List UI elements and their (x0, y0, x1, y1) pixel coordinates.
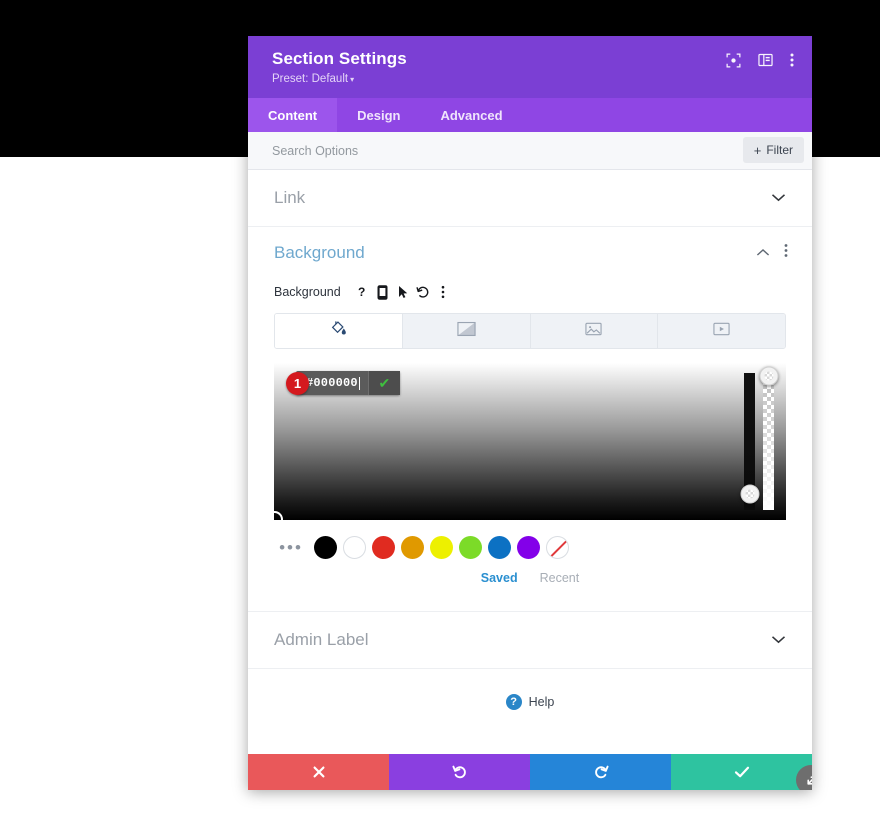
svg-text:?: ? (358, 285, 365, 299)
accordion-link[interactable]: Link (248, 170, 812, 227)
background-video-tab[interactable] (658, 314, 785, 348)
help-question-icon: ? (505, 694, 522, 710)
swatch-tab-saved[interactable]: Saved (481, 571, 518, 585)
save-button[interactable] (671, 754, 812, 790)
swatch-tab-bar: Saved Recent (248, 571, 812, 585)
modal-footer (248, 754, 812, 790)
section-background: Background Background ? 1 #000000 ✔ ••• … (248, 227, 812, 612)
paint-bucket-icon (330, 320, 347, 342)
chevron-down-icon (771, 631, 786, 649)
gradient-icon (457, 321, 476, 342)
tab-advanced[interactable]: Advanced (420, 98, 522, 132)
hue-slider[interactable] (740, 373, 759, 510)
help-link[interactable]: ? Help (248, 669, 812, 735)
image-icon (585, 322, 602, 341)
swatch-white[interactable] (343, 536, 366, 559)
modal-tab-bar: Content Design Advanced (248, 98, 812, 132)
color-picker-handle[interactable] (266, 511, 283, 528)
redo-button[interactable] (530, 754, 671, 790)
hex-input-box[interactable]: #000000 ✔ (296, 371, 400, 395)
hex-input-value: #000000 (306, 376, 358, 390)
help-question-icon[interactable]: ? (353, 285, 373, 299)
chevron-down-icon (771, 189, 786, 207)
swatch-black[interactable] (314, 536, 337, 559)
picker-sliders (740, 366, 778, 510)
more-swatches-icon[interactable]: ••• (274, 538, 308, 558)
accordion-admin-label-title: Admin Label (274, 630, 369, 649)
more-vertical-icon[interactable] (784, 243, 788, 263)
swatch-yellow[interactable] (430, 536, 453, 559)
hover-cursor-icon[interactable] (393, 285, 413, 299)
focus-target-icon[interactable] (726, 53, 741, 68)
reset-undo-icon[interactable] (413, 285, 433, 299)
tab-content[interactable]: Content (248, 98, 338, 132)
section-settings-modal: Section Settings Preset: Default ▾ Conte… (248, 36, 812, 790)
section-background-header[interactable]: Background (248, 227, 812, 279)
page-title: Section Settings (272, 49, 407, 68)
background-image-tab[interactable] (530, 314, 659, 348)
accordion-link-title: Link (274, 188, 306, 207)
filter-button[interactable]: + Filter (742, 137, 804, 163)
more-vertical-icon[interactable] (790, 52, 794, 68)
color-swatch-row: ••• (274, 536, 786, 559)
swatch-red[interactable] (372, 536, 395, 559)
accordion-admin-label[interactable]: Admin Label (248, 612, 812, 669)
panel-layout-icon[interactable] (758, 53, 773, 67)
swatch-orange[interactable] (401, 536, 424, 559)
search-input[interactable] (272, 143, 672, 158)
chevron-up-icon[interactable] (756, 244, 770, 262)
preset-selector[interactable]: Preset: Default ▾ (272, 71, 788, 88)
tab-design[interactable]: Design (337, 98, 420, 132)
search-bar: + Filter (248, 132, 812, 170)
preset-label: Preset: Default (272, 73, 349, 85)
background-field-label: Background (274, 285, 341, 299)
header-icon-group (726, 52, 794, 68)
step-badge-1: 1 (286, 372, 309, 395)
swatch-transparent[interactable] (546, 536, 569, 559)
plus-icon: + (753, 142, 762, 158)
modal-header: Section Settings Preset: Default ▾ (248, 36, 812, 98)
section-background-title: Background (274, 243, 365, 262)
text-cursor (358, 376, 360, 390)
background-field-label-row: Background ? (248, 279, 812, 305)
chevron-down-icon: ▾ (350, 75, 355, 84)
hex-confirm-check-icon[interactable]: ✔ (368, 371, 400, 395)
video-icon (713, 322, 730, 341)
color-picker[interactable]: 1 #000000 ✔ (266, 363, 786, 528)
more-vertical-icon[interactable] (433, 285, 453, 299)
background-color-tab[interactable] (275, 314, 403, 348)
hue-slider-knob[interactable] (740, 484, 759, 504)
section-background-controls (756, 243, 788, 263)
undo-button[interactable] (389, 754, 530, 790)
swatch-purple[interactable] (517, 536, 540, 559)
alpha-slider[interactable] (759, 366, 778, 510)
swatch-tab-recent[interactable]: Recent (540, 571, 580, 585)
swatch-blue[interactable] (488, 536, 511, 559)
responsive-mobile-icon[interactable] (373, 284, 393, 300)
background-gradient-tab[interactable] (402, 314, 531, 348)
settings-body: Link Background Background ? 1 #000000 ✔… (248, 170, 812, 754)
background-type-tabs (274, 313, 786, 349)
filter-button-label: Filter (766, 143, 793, 157)
alpha-slider-knob[interactable] (759, 366, 778, 386)
swatch-green[interactable] (459, 536, 482, 559)
help-label: Help (528, 695, 555, 709)
close-button[interactable] (248, 754, 389, 790)
